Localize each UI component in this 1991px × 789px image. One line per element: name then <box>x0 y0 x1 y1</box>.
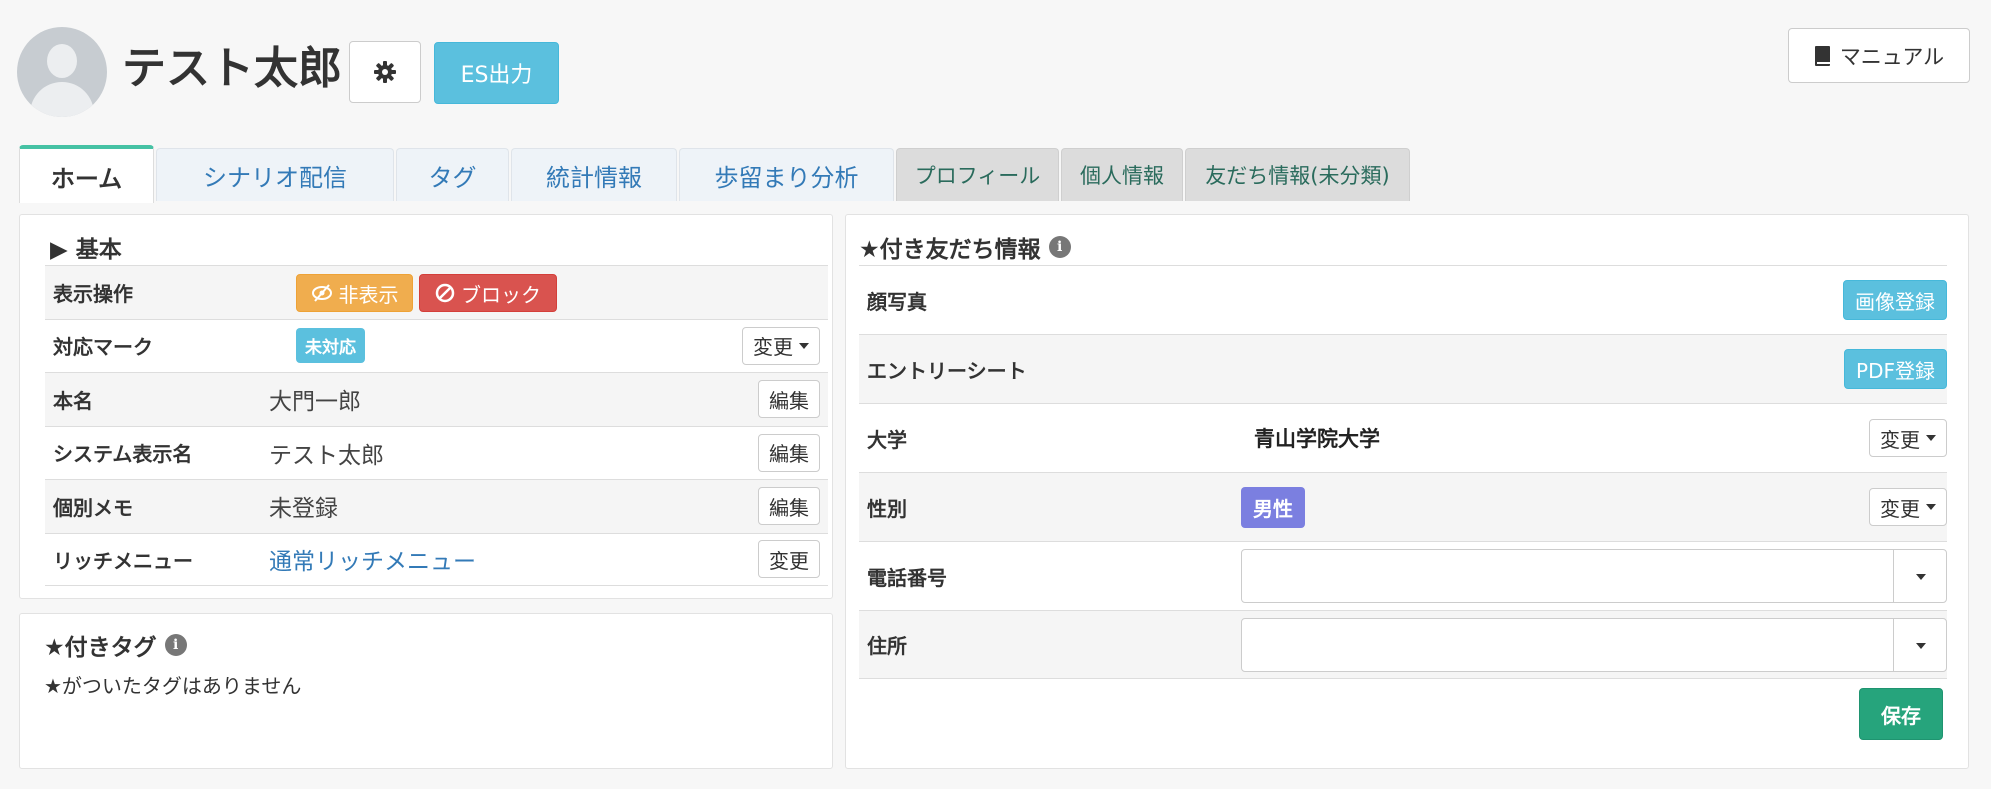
tab-profile[interactable]: プロフィール <box>896 148 1059 201</box>
table-row: 電話番号 <box>859 541 1947 610</box>
gender-change-button[interactable]: 変更 <box>1869 488 1947 526</box>
es-export-button[interactable]: ES出力 <box>434 42 559 104</box>
starred-tags-title-text: ★付きタグ <box>44 635 157 661</box>
tab-personal-info[interactable]: 個人情報 <box>1061 148 1183 201</box>
table-row: 大学 青山学院大学 変更 <box>859 403 1947 472</box>
pdf-upload-button[interactable]: PDF登録 <box>1844 349 1947 389</box>
ban-icon <box>435 283 455 303</box>
hide-button[interactable]: 非表示 <box>296 274 413 312</box>
avatar-head <box>47 44 77 78</box>
university-change-label: 変更 <box>1880 427 1920 452</box>
rich-menu-label: リッチメニュー <box>53 548 193 573</box>
page-title: テスト太郎 <box>122 43 342 94</box>
table-row: システム表示名 テスト太郎 編集 <box>45 425 828 480</box>
block-button[interactable]: ブロック <box>419 274 557 312</box>
phone-select[interactable] <box>1241 549 1947 603</box>
system-name-value: テスト太郎 <box>269 442 384 469</box>
photo-label: 顔写真 <box>867 289 927 314</box>
table-row: エントリーシート PDF登録 <box>859 334 1947 403</box>
settings-button[interactable] <box>349 41 421 103</box>
basic-table: 表示操作 非表示 ブロック 対応マーク 未対応 変更 本名 大門一郎 編集 シス… <box>45 265 828 586</box>
table-row: 個別メモ 未登録 編集 <box>45 479 828 533</box>
table-row: 性別 男性 変更 <box>859 472 1947 541</box>
chevron-down-icon <box>1926 435 1936 441</box>
memo-edit-button[interactable]: 編集 <box>758 487 820 526</box>
real-name-edit-button[interactable]: 編集 <box>758 380 820 419</box>
table-row: 表示操作 非表示 ブロック <box>45 265 828 319</box>
address-select[interactable] <box>1241 617 1947 672</box>
tab-yield-analysis[interactable]: 歩留まり分析 <box>679 148 894 201</box>
table-row: 住所 <box>859 610 1947 679</box>
image-upload-button[interactable]: 画像登録 <box>1843 280 1947 320</box>
gender-change-label: 変更 <box>1880 496 1920 521</box>
save-button[interactable]: 保存 <box>1859 688 1943 740</box>
tab-friend-info[interactable]: 友だち情報(未分類) <box>1185 148 1410 201</box>
real-name-label: 本名 <box>53 388 93 413</box>
hide-button-label: 非表示 <box>338 282 399 307</box>
gender-badge: 男性 <box>1241 486 1305 528</box>
select-divider <box>1893 618 1894 671</box>
memo-label: 個別メモ <box>53 495 133 520</box>
university-value: 青山学院大学 <box>1254 427 1380 451</box>
table-row: リッチメニュー 通常リッチメニュー 変更 <box>45 532 828 586</box>
rich-menu-link[interactable]: 通常リッチメニュー <box>269 542 476 576</box>
gear-icon <box>374 61 396 83</box>
status-badge: 未対応 <box>296 328 365 364</box>
university-change-button[interactable]: 変更 <box>1869 419 1947 457</box>
display-ops-label: 表示操作 <box>53 281 133 306</box>
basic-panel: ▶ 基本 表示操作 非表示 ブロック 対応マーク 未対応 変更 本名 大門一郎 … <box>19 214 833 599</box>
tab-scenario[interactable]: シナリオ配信 <box>156 148 394 201</box>
system-name-edit-button[interactable]: 編集 <box>758 433 820 472</box>
address-label: 住所 <box>867 634 907 658</box>
manual-button-label: マニュアル <box>1839 44 1945 69</box>
block-button-label: ブロック <box>461 282 541 307</box>
university-label: 大学 <box>867 427 907 452</box>
tab-tags[interactable]: タグ <box>396 148 509 201</box>
tab-home[interactable]: ホーム <box>19 145 154 203</box>
mark-change-label: 変更 <box>753 335 793 360</box>
table-row: 本名 大門一郎 編集 <box>45 372 828 426</box>
gender-label: 性別 <box>867 496 907 521</box>
chevron-down-icon[interactable] <box>1916 642 1926 649</box>
memo-value: 未登録 <box>269 496 338 523</box>
starred-tags-panel: ★付きタグ i ★がついたタグはありません <box>19 613 833 769</box>
phone-label: 電話番号 <box>867 565 947 590</box>
chevron-down-icon <box>1926 504 1936 510</box>
chevron-down-icon[interactable] <box>1916 574 1926 580</box>
chevron-down-icon <box>799 342 809 349</box>
info-icon[interactable]: i <box>164 634 187 656</box>
avatar-body <box>30 82 94 117</box>
starred-tags-empty: ★がついたタグはありません <box>44 674 302 698</box>
system-name-label: システム表示名 <box>53 442 193 467</box>
friend-info-title-text: ★付き友だち情報 <box>859 237 1041 263</box>
entry-sheet-label: エントリーシート <box>867 358 1027 383</box>
rich-menu-change-button[interactable]: 変更 <box>758 540 820 579</box>
friend-info-table: 顔写真 画像登録 エントリーシート PDF登録 大学 青山学院大学 変更 性別 … <box>859 265 1947 679</box>
starred-tags-title: ★付きタグ i <box>44 628 187 662</box>
mark-label: 対応マーク <box>53 335 153 360</box>
manual-button[interactable]: マニュアル <box>1788 28 1970 83</box>
tab-bar: ホーム シナリオ配信 タグ 統計情報 歩留まり分析 プロフィール 個人情報 友だ… <box>19 145 1969 203</box>
avatar <box>17 27 107 117</box>
table-row: 顔写真 画像登録 <box>859 265 1947 334</box>
eye-slash-icon <box>311 284 332 302</box>
mark-change-button[interactable]: 変更 <box>742 326 820 365</box>
book-icon <box>1814 45 1830 66</box>
select-divider <box>1893 550 1894 602</box>
real-name-value: 大門一郎 <box>269 389 361 416</box>
info-icon[interactable]: i <box>1048 236 1071 258</box>
basic-title: ▶ 基本 <box>50 237 122 263</box>
friend-info-panel: ★付き友だち情報 i 顔写真 画像登録 エントリーシート PDF登録 大学 青山… <box>845 214 1969 769</box>
friend-info-title: ★付き友だち情報 i <box>859 230 1071 264</box>
tab-statistics[interactable]: 統計情報 <box>511 148 677 201</box>
table-row: 対応マーク 未対応 変更 <box>45 318 828 373</box>
